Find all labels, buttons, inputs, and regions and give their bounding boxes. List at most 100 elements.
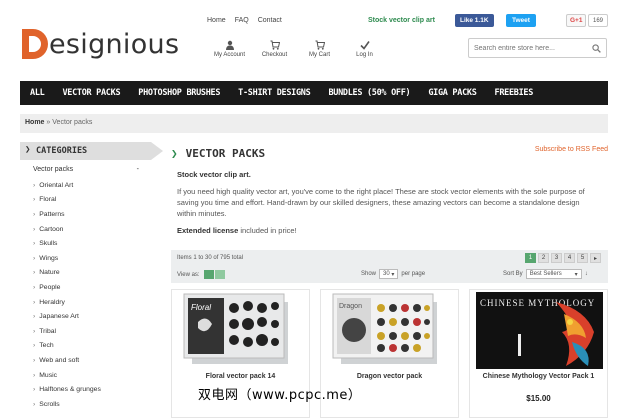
category-root[interactable]: Vector packs - (20, 166, 151, 178)
checkout-button[interactable]: Checkout (252, 40, 297, 62)
product-thumbnail[interactable]: Floral (178, 292, 305, 369)
cart-icon (315, 40, 325, 50)
cart-icon (270, 40, 280, 50)
toplink-home[interactable]: Home (207, 17, 226, 24)
chevron-right-icon: ❯ (171, 146, 178, 160)
next-page-button[interactable]: ▸ (590, 253, 601, 263)
page-button[interactable]: 4 (564, 253, 575, 263)
rss-subscribe-link[interactable]: Subscribe to RSS Feed (535, 146, 608, 153)
category-item[interactable]: Wings (20, 251, 151, 266)
category-item[interactable]: Floral (20, 193, 151, 208)
google-plus-count: 169 (588, 14, 609, 27)
sort-direction-icon[interactable]: ↓ (585, 271, 588, 277)
category-item[interactable]: Oriental Art (20, 178, 151, 193)
breadcrumb-current: Vector packs (52, 119, 93, 126)
tweet-button[interactable]: Tweet (506, 14, 536, 27)
check-icon (359, 41, 370, 50)
nav-tshirt-designs[interactable]: T-SHIRT DESIGNS (238, 88, 311, 98)
category-item[interactable]: Web and soft (20, 353, 151, 368)
main-content: ❯ VECTOR PACKS Subscribe to RSS Feed Sto… (171, 142, 608, 235)
category-root-label: Vector packs (33, 166, 74, 173)
site-header: esignious Home FAQ Contact Stock vector … (0, 0, 640, 80)
pagination: 1 2 3 4 5 ▸ (525, 253, 601, 263)
my-cart-button[interactable]: My Cart (297, 40, 342, 62)
box-label: CHINESE MYTHOLOGY (480, 298, 595, 308)
sort-by: Sort By Best Sellers ▾ ↓ (503, 269, 588, 279)
category-item[interactable]: Cartoon (20, 222, 151, 237)
sort-by-select[interactable]: Best Sellers ▾ (525, 269, 582, 279)
per-page-label: per page (401, 271, 426, 277)
log-in-button[interactable]: Log In (342, 40, 387, 62)
product-name[interactable]: Floral vector pack 14 (172, 373, 309, 380)
page-title-label: VECTOR PACKS (185, 146, 266, 160)
facebook-like-label: Like 1.1K (460, 17, 489, 24)
search-icon[interactable] (592, 44, 601, 53)
collapse-toggle[interactable]: - (137, 166, 139, 178)
my-account-label: My Account (213, 52, 245, 58)
main-nav: ALL VECTOR PACKS PHOTOSHOP BRUSHES T-SHI… (20, 81, 608, 105)
google-plus-count-value: 169 (593, 17, 604, 24)
product-name[interactable]: Dragon vector pack (321, 373, 458, 380)
category-item[interactable]: Skulls (20, 236, 151, 251)
category-item[interactable]: People (20, 280, 151, 295)
breadcrumb-separator: » (46, 119, 51, 126)
dragon-pack-box-image: Dragon (332, 293, 437, 364)
view-as-label: View as: (177, 271, 200, 278)
category-item[interactable]: Heraldry (20, 295, 151, 310)
category-item[interactable]: Nature (20, 266, 151, 281)
box-label: Dragon (339, 303, 362, 310)
view-as: View as: (177, 270, 225, 279)
chevron-down-icon: ▾ (574, 271, 578, 278)
product-price: $15.00 (526, 394, 551, 403)
my-account-button[interactable]: My Account (207, 40, 252, 62)
toplink-faq[interactable]: FAQ (235, 17, 249, 24)
account-iconbar: My Account Checkout My Cart Log In (207, 40, 387, 62)
category-item[interactable]: Scrolls (20, 397, 151, 412)
facebook-like-button[interactable]: Like 1.1K (455, 14, 494, 27)
per-page-select[interactable]: 30 ▾ (379, 269, 399, 279)
category-item[interactable]: Japanese Art (20, 309, 151, 324)
nav-giga-packs[interactable]: GIGA PACKS (428, 88, 476, 98)
product-name[interactable]: Chinese Mythology Vector Pack 1 (470, 373, 607, 380)
category-item[interactable]: Music (20, 368, 151, 383)
sort-by-label: Sort By (503, 271, 523, 277)
grid-view-icon[interactable] (203, 270, 214, 279)
category-item[interactable]: Patterns (20, 207, 151, 222)
page-button[interactable]: 5 (577, 253, 588, 263)
my-cart-label: My Cart (309, 52, 330, 58)
category-sidebar: ❯ CATEGORIES Vector packs - Oriental Art… (20, 142, 163, 412)
search-input[interactable] (474, 44, 589, 52)
list-view-icon[interactable] (214, 270, 225, 279)
category-item[interactable]: Halftones & grunges (20, 382, 151, 397)
breadcrumb: Home » Vector packs (20, 114, 608, 133)
logo-initial-icon (22, 29, 48, 59)
nav-all[interactable]: ALL (30, 88, 45, 98)
page-description: If you need high quality vector art, you… (177, 187, 585, 218)
page-button[interactable]: 3 (551, 253, 562, 263)
categories-heading: ❯ CATEGORIES (20, 142, 163, 160)
nav-vector-packs[interactable]: VECTOR PACKS (62, 88, 120, 98)
chinese-mythology-cover-image: CHINESE MYTHOLOGY (476, 292, 603, 369)
category-item[interactable]: Tribal (20, 324, 151, 339)
page-button[interactable]: 2 (538, 253, 549, 263)
product-thumbnail[interactable]: Dragon (327, 292, 454, 369)
product-card[interactable]: CHINESE MYTHOLOGY Chinese Mythology Vect… (469, 289, 608, 418)
site-logo[interactable]: esignious (20, 24, 179, 64)
product-thumbnail[interactable]: CHINESE MYTHOLOGY (476, 292, 603, 369)
nav-photoshop-brushes[interactable]: PHOTOSHOP BRUSHES (138, 88, 220, 98)
breadcrumb-home[interactable]: Home (25, 119, 44, 126)
toplink-contact[interactable]: Contact (258, 17, 282, 24)
show-label: Show (361, 271, 377, 277)
user-icon (225, 40, 234, 50)
checkout-label: Checkout (261, 52, 288, 58)
google-plus-button[interactable]: G+1 (566, 14, 587, 27)
floral-pack-box-image: Floral (183, 293, 288, 364)
nav-bundles[interactable]: BUNDLES (50% OFF) (328, 88, 410, 98)
log-in-label: Log In (356, 52, 373, 58)
logo-text: esignious (49, 28, 180, 60)
chevron-right-icon: ❯ (25, 145, 31, 155)
nav-freebies[interactable]: FREEBIES (495, 88, 534, 98)
page-button-active[interactable]: 1 (525, 253, 536, 263)
category-item[interactable]: Tech (20, 339, 151, 354)
tweet-label: Tweet (512, 17, 530, 24)
